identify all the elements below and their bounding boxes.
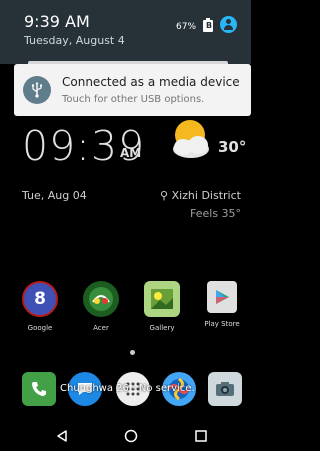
battery-percentage: 67%: [176, 22, 197, 32]
app-label: Google: [27, 324, 53, 332]
app-label: Play Store: [204, 320, 240, 328]
app-label: Gallery: [149, 324, 175, 332]
app-gallery[interactable]: Gallery: [135, 281, 189, 332]
camera-icon[interactable]: [208, 372, 242, 406]
battery-icon-glyph: B: [206, 21, 213, 30]
location-name: Xizhi District: [171, 189, 241, 202]
notification-shade-header: 9:39 AM Tuesday, August 4 67% B: [0, 0, 251, 64]
temperature: 30°: [218, 138, 247, 156]
shade-time: 9:39 AM: [24, 12, 90, 31]
battery-icon: B: [203, 18, 213, 32]
feels-like: Feels 35°: [190, 207, 242, 220]
usb-icon-glyph: [31, 82, 42, 98]
recents-icon[interactable]: [191, 426, 211, 446]
widget-date: Tue, Aug 04: [22, 189, 87, 202]
notification-title: Connected as a media device: [62, 75, 240, 89]
app-play-store[interactable]: Play Store: [195, 281, 249, 328]
back-icon[interactable]: [52, 426, 72, 446]
usb-icon: [23, 76, 51, 104]
usb-notification[interactable]: Connected as a media device Touch for ot…: [14, 64, 251, 116]
google-icon: 8: [22, 281, 58, 317]
home-icon[interactable]: [121, 426, 141, 446]
app-acer[interactable]: Acer: [74, 281, 128, 332]
partly-cloudy-icon[interactable]: [168, 118, 214, 160]
user-avatar-icon[interactable]: [220, 16, 237, 33]
notification-subtitle: Touch for other USB options.: [62, 94, 205, 105]
network-status-toast: Chunghwa 26 - No service.: [60, 383, 195, 394]
app-google[interactable]: 8 Google: [13, 281, 67, 332]
page-indicator-dot: [130, 350, 135, 355]
location: ⚲ Xizhi District: [160, 189, 241, 202]
shade-date[interactable]: Tuesday, August 4: [24, 34, 125, 47]
location-pin-icon: ⚲: [160, 189, 169, 202]
play-store-icon: [207, 281, 237, 313]
clock-ampm: AM: [120, 146, 142, 160]
gallery-icon: [144, 281, 180, 317]
app-label: Acer: [93, 324, 109, 332]
phone-icon[interactable]: [22, 372, 56, 406]
navigation-bar: [0, 420, 251, 451]
acer-icon: [83, 281, 119, 317]
